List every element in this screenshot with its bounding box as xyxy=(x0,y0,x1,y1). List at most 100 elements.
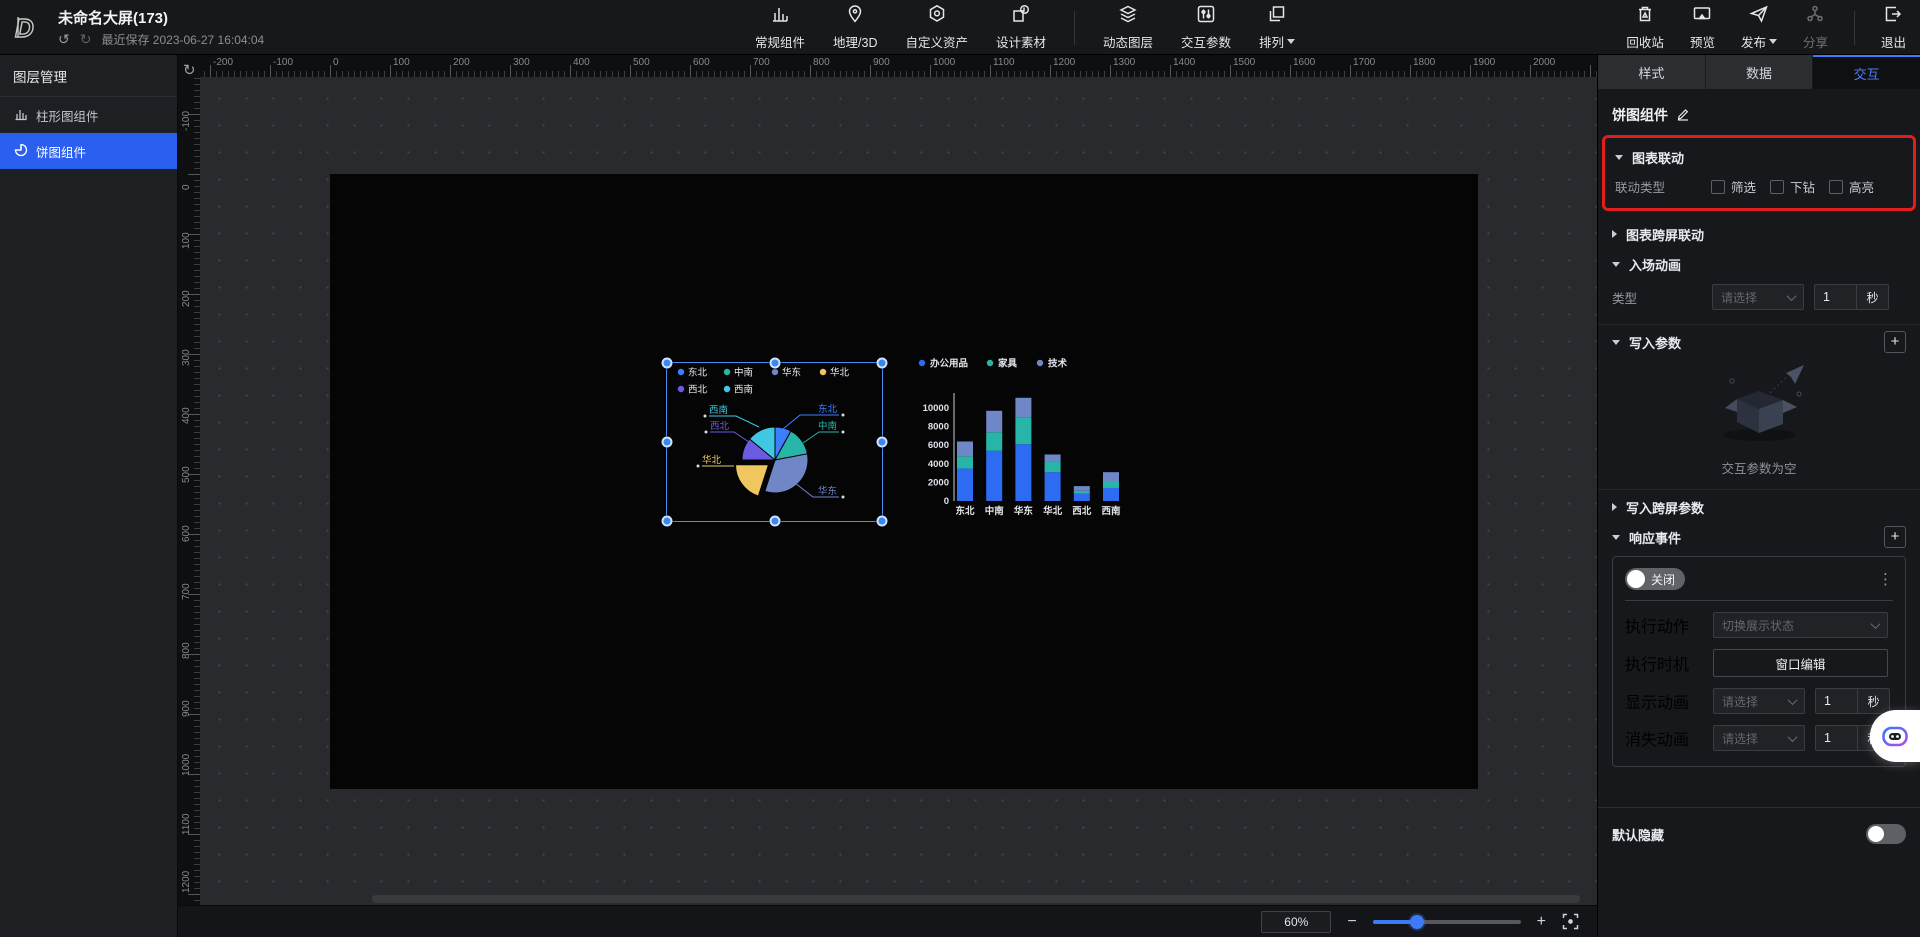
section-response-events[interactable]: 响应事件 + xyxy=(1612,522,1906,552)
svg-text:华北: 华北 xyxy=(702,454,722,466)
ruler-label: 400 xyxy=(181,408,192,425)
svg-text:中南: 中南 xyxy=(818,420,837,432)
inspector-tabs: 样式 数据 交互 xyxy=(1598,55,1920,89)
workspace[interactable]: 东北中南华东华北西北西南东北中南华东华北西北西南 办公用品家具技术0200040… xyxy=(200,77,1597,905)
publish-button[interactable]: 发布 xyxy=(1741,4,1777,51)
ruler-label: 1800 xyxy=(1413,57,1435,68)
action-select[interactable]: 切换展示状态 xyxy=(1713,612,1888,638)
show-anim-unit: 秒 xyxy=(1857,688,1890,714)
app-logo[interactable]: D xyxy=(0,10,58,44)
tab-data[interactable]: 数据 xyxy=(1706,55,1814,89)
refresh-canvas-icon[interactable]: ↻ xyxy=(183,63,196,78)
checkbox-icon[interactable] xyxy=(1770,180,1784,194)
share-button[interactable]: 分享 xyxy=(1803,4,1828,51)
layer-panel: 图层管理 柱形图组件 饼图组件 xyxy=(0,55,178,937)
ruler-label: 1400 xyxy=(1173,57,1195,68)
chevron-down-icon xyxy=(1871,619,1881,629)
layer-panel-title: 图层管理 xyxy=(0,55,177,97)
zoom-slider[interactable] xyxy=(1373,920,1521,924)
show-anim-select[interactable]: 请选择 xyxy=(1713,688,1805,714)
tool-geo-3d[interactable]: 地理/3D xyxy=(833,4,877,51)
ruler-label: 200 xyxy=(181,291,192,308)
exit-button[interactable]: 退出 xyxy=(1881,4,1906,51)
preview-button[interactable]: 预览 xyxy=(1690,4,1715,51)
ruler-label: 400 xyxy=(573,57,590,68)
action-label: 执行动作 xyxy=(1625,613,1713,637)
ruler-label: 1500 xyxy=(1233,57,1255,68)
ruler-label: 900 xyxy=(873,57,890,68)
anim-duration-input[interactable] xyxy=(1814,284,1856,310)
zoom-in-button[interactable]: + xyxy=(1537,914,1546,930)
horizontal-scrollbar[interactable] xyxy=(372,895,1580,903)
section-write-params[interactable]: 写入参数 + xyxy=(1612,327,1906,357)
pie-chart-component[interactable]: 东北中南华东华北西北西南东北中南华东华北西北西南 xyxy=(666,362,883,522)
arrange-dropdown-caret xyxy=(1287,39,1295,44)
section-cross-screen-link[interactable]: 图表跨屏联动 xyxy=(1612,219,1906,249)
collapse-arrow-icon xyxy=(1612,340,1620,345)
bar-chart-layer-icon xyxy=(14,107,28,124)
window-edit-button[interactable]: 窗口编辑 xyxy=(1713,649,1888,677)
ruler-label: 800 xyxy=(813,57,830,68)
tab-interaction[interactable]: 交互 xyxy=(1813,55,1920,89)
zoom-out-button[interactable]: − xyxy=(1347,914,1356,930)
edit-pencil-icon[interactable] xyxy=(1676,107,1690,124)
document-title[interactable]: 未命名大屏(173) xyxy=(58,7,264,28)
recycle-bin-button[interactable]: 回收站 xyxy=(1626,4,1664,51)
tab-style[interactable]: 样式 xyxy=(1598,55,1706,89)
ruler-label: -200 xyxy=(213,57,233,68)
anim-duration-unit: 秒 xyxy=(1856,284,1889,310)
tool-dynamic-layers[interactable]: 动态图层 xyxy=(1103,4,1153,51)
zoom-level-input[interactable] xyxy=(1261,911,1331,933)
ruler-label: 100 xyxy=(181,232,192,249)
checkbox-drill-down[interactable]: 下钻 xyxy=(1770,177,1815,196)
tool-arrange[interactable]: 排列 xyxy=(1259,4,1295,51)
artboard[interactable]: 东北中南华东华北西北西南东北中南华东华北西北西南 办公用品家具技术0200040… xyxy=(330,174,1478,789)
svg-text:西南: 西南 xyxy=(709,404,728,416)
svg-text:东北: 东北 xyxy=(955,505,975,517)
chevron-down-icon xyxy=(1788,732,1798,742)
svg-text:西北: 西北 xyxy=(688,385,708,396)
redo-icon[interactable]: ↻ xyxy=(80,31,92,48)
assistant-robot-button[interactable] xyxy=(1870,710,1920,762)
hexagon-gear-icon xyxy=(927,4,947,29)
layer-item-pie-chart[interactable]: 饼图组件 xyxy=(0,133,177,169)
tool-interaction-params[interactable]: 交互参数 xyxy=(1181,4,1231,51)
anim-type-select[interactable]: 请选择 xyxy=(1712,284,1804,310)
svg-text:4000: 4000 xyxy=(928,459,949,470)
bar-chart-component[interactable]: 办公用品家具技术0200040006000800010000东北中南华东华北西北… xyxy=(905,355,1130,520)
expand-arrow-icon xyxy=(1612,503,1617,511)
tool-custom-assets[interactable]: 自定义资产 xyxy=(905,4,968,51)
tool-design-materials[interactable]: 设计素材 xyxy=(996,4,1046,51)
hide-anim-duration-input[interactable] xyxy=(1815,725,1857,751)
toolbar-divider xyxy=(1074,11,1075,45)
show-anim-duration-input[interactable] xyxy=(1815,688,1857,714)
checkbox-filter[interactable]: 筛选 xyxy=(1711,177,1756,196)
ruler-label: 1700 xyxy=(1353,57,1375,68)
zoom-slider-knob[interactable] xyxy=(1410,915,1424,929)
add-event-button[interactable]: + xyxy=(1884,526,1906,548)
layer-item-bar-chart[interactable]: 柱形图组件 xyxy=(0,97,177,133)
chevron-down-icon xyxy=(1787,291,1797,301)
tool-basic-components[interactable]: 常规组件 xyxy=(755,4,805,51)
fit-to-screen-icon[interactable] xyxy=(1562,913,1579,930)
ruler-label: 1600 xyxy=(1293,57,1315,68)
svg-text:办公用品: 办公用品 xyxy=(930,358,968,370)
pie-chart-svg: 东北中南华东华北西北西南东北中南华东华北西北西南 xyxy=(666,362,883,522)
show-anim-label: 显示动画 xyxy=(1625,689,1713,713)
section-write-cross-params[interactable]: 写入跨屏参数 xyxy=(1612,492,1906,522)
undo-icon[interactable]: ↺ xyxy=(58,31,70,48)
publish-dropdown-caret xyxy=(1769,39,1777,44)
default-hidden-toggle[interactable] xyxy=(1866,824,1906,844)
checkbox-icon[interactable] xyxy=(1711,180,1725,194)
toggle-knob xyxy=(1868,826,1884,842)
annotation-highlight-box: 图表联动 联动类型 筛选 下钻 高亮 xyxy=(1602,135,1916,211)
event-menu-icon[interactable]: ⋮ xyxy=(1878,572,1893,587)
hide-anim-select[interactable]: 请选择 xyxy=(1713,725,1805,751)
checkbox-highlight[interactable]: 高亮 xyxy=(1829,177,1874,196)
event-enabled-toggle[interactable]: 关闭 xyxy=(1625,568,1685,590)
add-param-button[interactable]: + xyxy=(1884,331,1906,353)
checkbox-icon[interactable] xyxy=(1829,180,1843,194)
section-entrance-animation[interactable]: 入场动画 xyxy=(1612,249,1906,279)
section-chart-link[interactable]: 图表联动 xyxy=(1615,142,1903,172)
ruler-label: 1200 xyxy=(1053,57,1075,68)
